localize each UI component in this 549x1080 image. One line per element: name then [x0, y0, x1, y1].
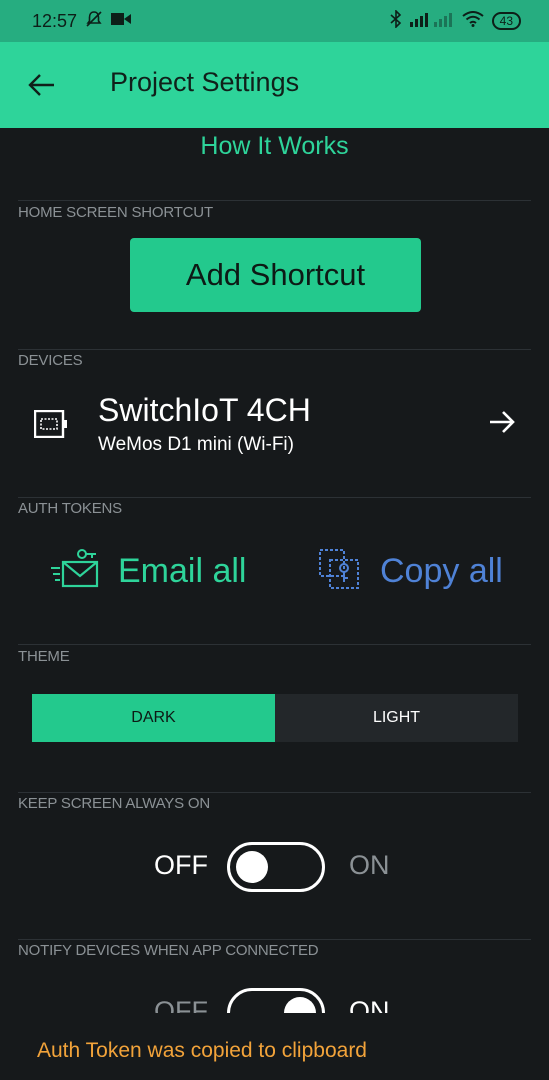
device-row[interactable]: SwitchIoT 4CH WeMos D1 mini (Wi-Fi) [0, 386, 549, 466]
status-bar: 12:57 43 [0, 0, 549, 42]
back-button[interactable] [28, 72, 56, 98]
section-label-devices: DEVICES [18, 352, 83, 369]
email-all-button[interactable]: Email all [50, 546, 246, 596]
notify-devices-on-label: ON [349, 996, 390, 1013]
theme-option-dark[interactable]: DARK [32, 694, 275, 742]
divider [18, 939, 531, 940]
divider [18, 497, 531, 498]
device-name: SwitchIoT 4CH [98, 392, 311, 428]
page-title: Project Settings [110, 67, 300, 97]
app-bar: Project Settings [0, 42, 549, 128]
notify-devices-row: OFF ON [0, 988, 549, 1013]
status-time: 12:57 [32, 10, 78, 31]
theme-option-light[interactable]: LIGHT [275, 694, 518, 742]
signal-icon [409, 11, 454, 32]
copy-key-icon [318, 548, 362, 594]
divider [18, 644, 531, 645]
toggle-knob [236, 851, 268, 883]
toast-message: Auth Token was copied to clipboard [0, 1013, 549, 1080]
copy-all-label: Copy all [380, 551, 503, 590]
notify-devices-off-label: OFF [154, 996, 208, 1013]
divider [18, 200, 531, 201]
email-key-icon [50, 548, 100, 594]
section-label-home-screen-shortcut: HOME SCREEN SHORTCUT [18, 204, 213, 221]
settings-content[interactable]: How It Works HOME SCREEN SHORTCUT Add Sh… [0, 128, 549, 1013]
toggle-knob [284, 997, 316, 1013]
theme-selector: DARK LIGHT [32, 694, 518, 742]
notify-devices-toggle[interactable] [227, 988, 325, 1013]
how-it-works-link[interactable]: How It Works [0, 132, 549, 161]
wifi-icon [462, 10, 484, 32]
divider [18, 792, 531, 793]
device-board: WeMos D1 mini (Wi-Fi) [98, 434, 294, 455]
keep-screen-on-row: OFF ON [0, 842, 549, 892]
copy-all-button[interactable]: Copy all [318, 546, 503, 596]
back-arrow-icon [28, 74, 54, 96]
section-label-auth-tokens: AUTH TOKENS [18, 500, 122, 517]
arrow-right-icon [488, 410, 516, 438]
divider [18, 349, 531, 350]
bluetooth-icon [390, 8, 402, 33]
section-label-theme: THEME [18, 648, 70, 665]
keep-screen-on-off-label: OFF [154, 850, 208, 880]
mute-icon [85, 10, 103, 33]
keep-screen-on-on-label: ON [349, 850, 390, 880]
battery-icon: 43 [491, 12, 521, 30]
video-icon [111, 11, 132, 31]
add-shortcut-button[interactable]: Add Shortcut [130, 238, 421, 312]
email-all-label: Email all [118, 551, 247, 590]
section-label-keep-screen-on: KEEP SCREEN ALWAYS ON [18, 795, 210, 812]
device-chip-icon [33, 409, 68, 442]
keep-screen-on-toggle[interactable] [227, 842, 325, 892]
section-label-notify-devices: NOTIFY DEVICES WHEN APP CONNECTED [18, 942, 319, 959]
